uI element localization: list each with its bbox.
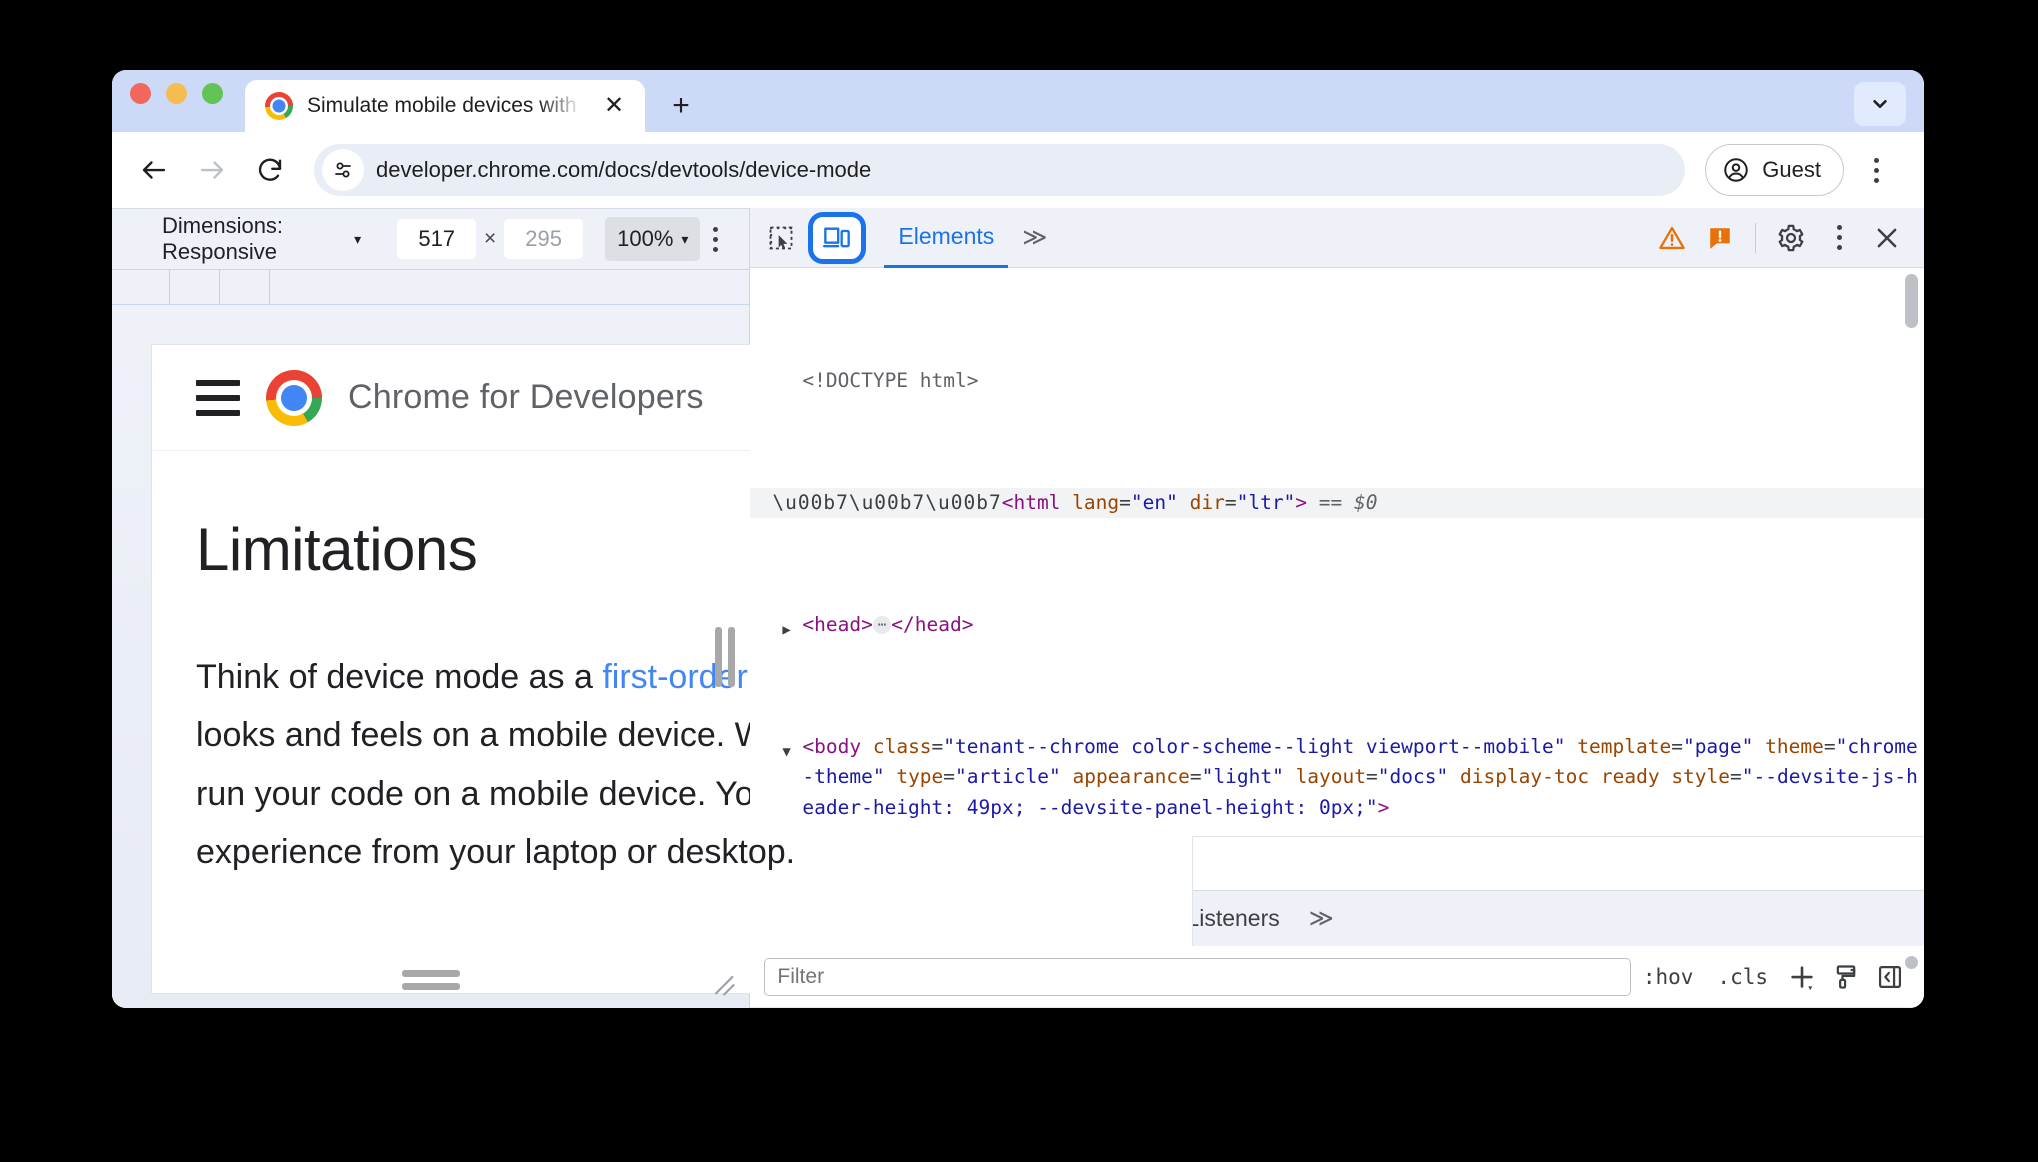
chevron-down-icon <box>1873 99 1887 109</box>
kebab-menu-icon <box>1873 157 1879 183</box>
devtools-menu-button[interactable] <box>1816 215 1862 261</box>
styles-toolbar: :hov .cls <box>750 946 1924 1008</box>
arrow-right-icon <box>200 161 224 179</box>
chevron-down-icon: ▾ <box>354 231 362 247</box>
zoom-selector[interactable]: 100% ▾ <box>605 217 701 261</box>
window-controls <box>130 70 223 132</box>
viewport-corner-resize-handle[interactable] <box>709 970 737 998</box>
profile-button[interactable]: Guest <box>1705 144 1844 196</box>
tune-icon <box>335 162 351 178</box>
expand-dots-icon: \u00b7\u00b7\u00b7 <box>772 490 1002 514</box>
chrome-favicon-icon <box>265 92 293 120</box>
styles-filter-input[interactable] <box>764 957 1631 996</box>
more-panels-button[interactable]: ≫ <box>1010 223 1056 252</box>
resize-corner-icon <box>715 975 735 996</box>
site-information-button[interactable] <box>322 149 364 191</box>
dom-line-body[interactable]: ▼ <body class="tenant--chrome color-schem… <box>750 732 1924 824</box>
toggle-sidebar-button[interactable] <box>1868 963 1912 991</box>
toggle-element-state-button[interactable]: :hov <box>1631 965 1706 989</box>
dom-tree-scrollbar[interactable] <box>1905 274 1918 328</box>
profile-label: Guest <box>1762 157 1821 182</box>
reload-icon <box>258 158 282 181</box>
paintbrush-icon <box>1836 964 1856 989</box>
close-x-icon <box>1877 228 1897 247</box>
issues-button[interactable] <box>1697 215 1743 261</box>
plus-icon <box>1791 965 1813 990</box>
device-preset-selector[interactable]: Dimensions: Responsive ▾ <box>162 213 361 265</box>
dom-line-html[interactable]: \u00b7\u00b7\u00b7<html lang="en" dir="l… <box>750 487 1924 518</box>
tab-elements[interactable]: Elements <box>884 208 1009 268</box>
close-window-button[interactable] <box>130 82 151 104</box>
device-more-options-button[interactable] <box>700 217 731 261</box>
device-mode-toolbar: Dimensions: Responsive ▾ 517 × 295 100% … <box>112 209 750 269</box>
forward-button[interactable] <box>186 144 238 196</box>
dom-line-doctype: <!DOCTYPE html> <box>802 368 979 392</box>
viewport-height-resize-handle[interactable] <box>401 970 460 990</box>
paragraph-text-before: Think of device mode as a <box>196 658 603 696</box>
new-tab-button[interactable]: + <box>659 84 703 128</box>
inspect-element-icon <box>769 226 793 249</box>
viewport-ruler[interactable] <box>112 269 1018 305</box>
reload-button[interactable] <box>244 144 296 196</box>
issue-exclamation-icon <box>1710 227 1730 249</box>
more-sidebar-tabs-button[interactable]: ≫ <box>1297 904 1343 933</box>
dom-tree[interactable]: <!DOCTYPE html> \u00b7\u00b7\u00b7<html … <box>750 268 1924 836</box>
device-toolbar-icon <box>823 227 851 247</box>
device-viewport-stage: Chrome for Developers Limitations Think … <box>112 305 1192 1008</box>
arrow-left-icon <box>142 161 166 179</box>
browser-window: Simulate mobile devices with ✕ + develop… <box>112 70 1924 1008</box>
devtools-toolbar: Elements ≫ <box>750 208 1924 268</box>
inspect-element-button[interactable] <box>758 215 804 261</box>
expand-triangle-icon[interactable]: ▶ <box>782 615 790 646</box>
viewport-width-resize-handle[interactable] <box>715 626 736 687</box>
toggle-device-toolbar-button[interactable] <box>808 211 867 264</box>
warnings-button[interactable] <box>1649 215 1695 261</box>
computed-styles-button[interactable] <box>1824 963 1868 991</box>
element-classes-button[interactable]: .cls <box>1705 965 1780 989</box>
tab-title: Simulate mobile devices with <box>307 94 577 117</box>
gear-icon <box>1778 224 1804 251</box>
toggle-sidebar-icon <box>1878 965 1902 988</box>
site-brand-label: Chrome for Developers <box>348 378 704 416</box>
dom-line-head[interactable]: ▶ <head> ⋯ </head> <box>750 610 1924 641</box>
collapse-triangle-icon[interactable]: ▼ <box>782 737 790 768</box>
browser-toolbar: developer.chrome.com/docs/devtools/devic… <box>112 132 1924 208</box>
kebab-menu-icon <box>1836 225 1842 250</box>
tab-strip: Simulate mobile devices with ✕ + <box>112 70 1924 132</box>
collapsed-children-icon[interactable]: ⋯ <box>872 615 892 634</box>
viewport-height-input[interactable]: 295 <box>504 219 584 259</box>
settings-button[interactable] <box>1768 215 1814 261</box>
address-bar-url: developer.chrome.com/docs/devtools/devic… <box>376 157 872 182</box>
viewport-width-input[interactable]: 517 <box>397 219 477 259</box>
back-button[interactable] <box>128 144 180 196</box>
zoom-label: 100% <box>617 226 674 251</box>
browser-tab[interactable]: Simulate mobile devices with ✕ <box>245 80 645 132</box>
kebab-menu-icon <box>713 226 719 252</box>
warning-triangle-icon <box>1659 226 1685 249</box>
dimension-separator: × <box>484 227 497 250</box>
device-preset-label: Dimensions: Responsive <box>162 213 284 264</box>
content-and-devtools: Dimensions: Responsive ▾ 517 × 295 100% … <box>112 208 1924 1008</box>
new-style-rule-button[interactable] <box>1780 962 1824 992</box>
styles-pane-scrollbar[interactable] <box>1905 956 1918 969</box>
close-tab-button[interactable]: ✕ <box>597 89 631 123</box>
toolbar-divider <box>1755 222 1756 253</box>
tab-search-button[interactable] <box>1854 82 1906 126</box>
minimize-window-button[interactable] <box>166 82 187 104</box>
browser-menu-button[interactable] <box>1850 144 1902 196</box>
chevron-down-icon: ▾ <box>681 231 689 247</box>
maximize-window-button[interactable] <box>202 82 223 104</box>
device-emulation-area: Dimensions: Responsive ▾ 517 × 295 100% … <box>112 208 1192 1008</box>
chrome-logo-icon <box>266 369 322 426</box>
hamburger-icon[interactable] <box>196 379 240 416</box>
close-devtools-button[interactable] <box>1864 215 1910 261</box>
account-circle-icon <box>1724 158 1749 182</box>
address-bar[interactable]: developer.chrome.com/docs/devtools/devic… <box>314 144 1686 196</box>
